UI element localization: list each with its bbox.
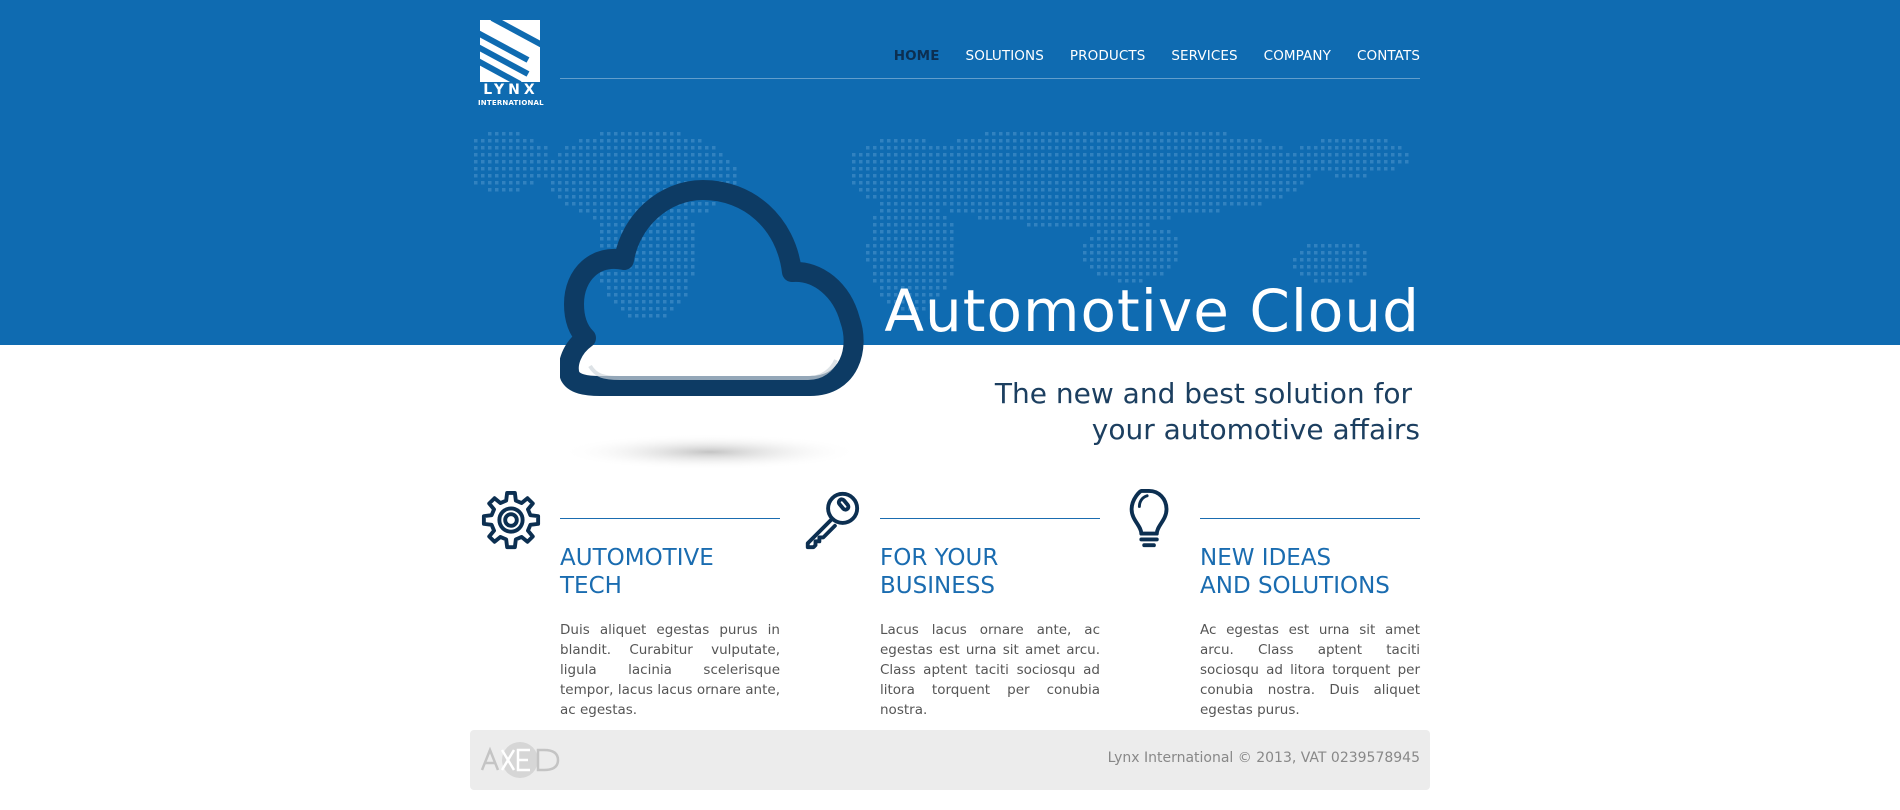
site-footer: Lynx International © 2013, VAT 023957894… [470, 730, 1430, 790]
axed-logo[interactable] [480, 740, 562, 780]
feature-automotive-tech: AUTOMOTIVE TECH Duis aliquet egestas pur… [480, 488, 780, 718]
nav-divider [560, 78, 1420, 79]
feature-heading-line2: AND SOLUTIONS [1200, 573, 1390, 599]
feature-description: Ac egestas est urna sit amet arcu. Class… [1200, 622, 1420, 718]
feature-new-ideas: NEW IDEAS AND SOLUTIONS Ac egestas est u… [1120, 488, 1420, 718]
nav-item-products[interactable]: PRODUCTS [1070, 48, 1145, 64]
feature-heading-line1: FOR YOUR [880, 545, 999, 571]
nav-item-contacts[interactable]: CONTATS [1357, 48, 1420, 64]
feature-heading: NEW IDEAS AND SOLUTIONS [1200, 544, 1430, 600]
footer-copyright: Lynx International © 2013, VAT 023957894… [1107, 750, 1420, 766]
feature-heading: FOR YOUR BUSINESS [880, 544, 1110, 600]
feature-description: Lacus lacus ornare ante, ac egestas est … [880, 622, 1100, 718]
feature-for-your-business: FOR YOUR BUSINESS Lacus lacus ornare ant… [800, 488, 1100, 718]
nav-item-services[interactable]: SERVICES [1171, 48, 1237, 64]
feature-heading-line1: AUTOMOTIVE [560, 545, 714, 571]
main-nav: HOME SOLUTIONS PRODUCTS SERVICES COMPANY… [868, 48, 1420, 64]
cloud-icon [560, 180, 864, 470]
feature-heading-line2: TECH [560, 573, 622, 599]
nav-item-home[interactable]: HOME [894, 48, 940, 64]
logo-wordmark: LYNX [483, 82, 539, 98]
hero-subtitle-line1: The new and best solution for [994, 377, 1412, 410]
feature-description: Duis aliquet egestas purus in blandit. C… [560, 622, 780, 718]
feature-divider [1200, 518, 1420, 519]
lynx-logo-icon [474, 15, 546, 87]
page-container: LYNX INTERNATIONAL HOME SOLUTIONS PRODUC… [474, 0, 1420, 810]
nav-item-company[interactable]: COMPANY [1264, 48, 1331, 64]
hero-subtitle: The new and best solution for your autom… [995, 376, 1420, 448]
hero-title: Automotive Cloud [884, 277, 1420, 345]
feature-divider [880, 518, 1100, 519]
key-icon [805, 491, 860, 550]
nav-item-solutions[interactable]: SOLUTIONS [966, 48, 1044, 64]
hero-subtitle-line2: your automotive affairs [1091, 413, 1420, 446]
lightbulb-icon [1129, 489, 1169, 548]
site-logo[interactable]: LYNX INTERNATIONAL [474, 15, 546, 108]
feature-heading-line1: NEW IDEAS [1200, 545, 1332, 571]
logo-subtitle: INTERNATIONAL [478, 99, 544, 107]
gear-icon [481, 490, 541, 550]
feature-heading: AUTOMOTIVE TECH [560, 544, 790, 600]
feature-heading-line2: BUSINESS [880, 573, 995, 599]
feature-divider [560, 518, 780, 519]
